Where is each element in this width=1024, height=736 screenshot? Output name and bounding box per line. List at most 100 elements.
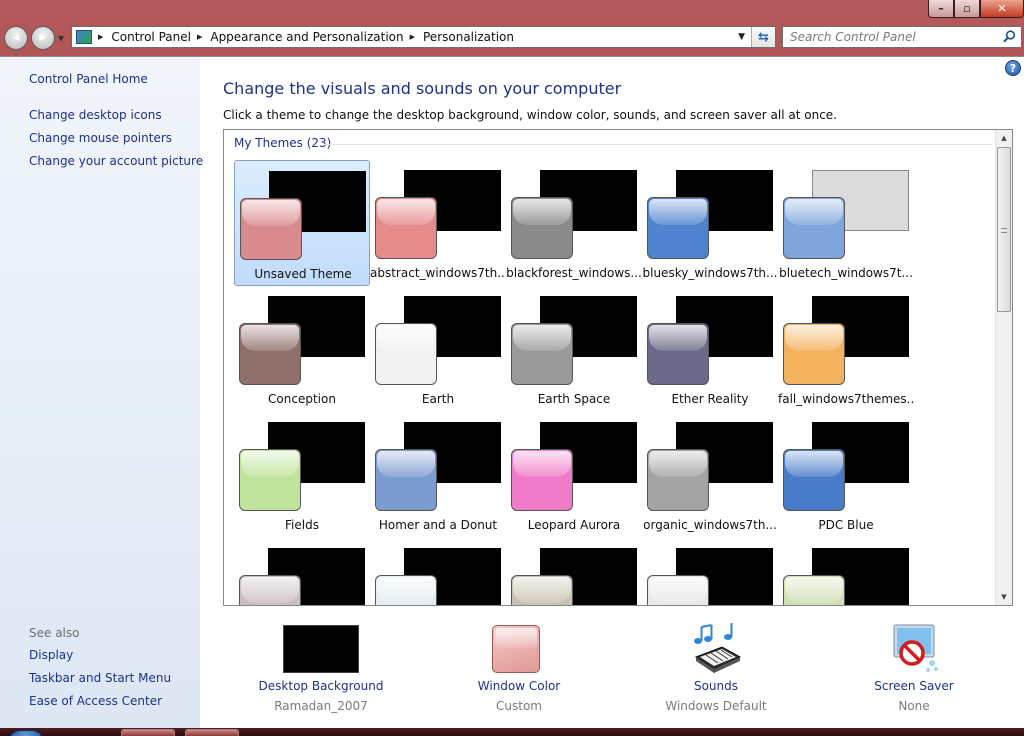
scroll-up-icon[interactable]: ▲ (996, 130, 1012, 146)
minimize-button[interactable]: – (928, 0, 954, 18)
breadcrumb-separator-icon[interactable]: ▶ (410, 33, 415, 41)
theme-list[interactable]: My Themes (23) Unsaved Theme abstract_win… (223, 129, 1013, 606)
theme-tile[interactable] (234, 538, 370, 605)
close-button[interactable]: ✕ (980, 0, 1024, 18)
theme-list-scrollbar[interactable]: ▲ ▼ (995, 130, 1012, 605)
maximize-button[interactable]: ▫ (954, 0, 980, 18)
window-color-value: Custom (496, 699, 542, 713)
breadcrumb-appearance[interactable]: Appearance and Personalization (210, 30, 403, 44)
theme-name: Fields (285, 518, 319, 532)
desktop-background-thumbnail[interactable] (283, 625, 359, 673)
control-panel-home-link[interactable]: Control Panel Home (29, 72, 148, 86)
theme-tile[interactable]: Earth Space (506, 286, 642, 412)
theme-tile[interactable] (506, 538, 642, 605)
back-button[interactable]: ◀ (4, 26, 28, 50)
my-themes-group-title: My Themes (23) (234, 136, 332, 150)
theme-color-swatch (647, 323, 709, 385)
sounds-link[interactable]: Sounds (626, 679, 806, 693)
refresh-icon: ⇆ (758, 29, 769, 45)
theme-tile[interactable]: Homer and a Donut (370, 412, 506, 538)
ease-of-access-link[interactable]: Ease of Access Center (29, 694, 162, 708)
address-dropdown-icon[interactable]: ▼ (738, 32, 745, 42)
theme-tile[interactable]: Ether Reality (642, 286, 778, 412)
breadcrumb-control-panel[interactable]: Control Panel (111, 30, 191, 44)
desktop-background-link[interactable]: Desktop Background (231, 679, 411, 693)
taskbar-button[interactable] (121, 729, 175, 736)
change-account-picture-link[interactable]: Change your account picture (29, 154, 203, 168)
theme-tile[interactable]: Earth (370, 286, 506, 412)
theme-tile[interactable]: Leopard Aurora (506, 412, 642, 538)
theme-tile[interactable] (370, 538, 506, 605)
theme-color-swatch (239, 323, 301, 385)
breadcrumb-separator-icon[interactable]: ▶ (98, 33, 103, 41)
theme-name: organic_windows7th... (643, 518, 777, 532)
theme-tile[interactable]: fall_windows7themes... (778, 286, 914, 412)
taskbar-button[interactable] (185, 729, 239, 736)
search-placeholder: Search Control Panel (790, 30, 916, 44)
theme-name: fall_windows7themes... (778, 392, 914, 406)
theme-color-swatch (375, 323, 437, 385)
search-input[interactable]: Search Control Panel (782, 26, 1022, 48)
desktop-background-value: Ramadan_2007 (274, 699, 368, 713)
theme-name: blackforest_windows... (506, 266, 642, 280)
theme-tile[interactable]: PDC Blue (778, 412, 914, 538)
back-arrow-icon: ◀ (12, 33, 20, 43)
search-icon[interactable] (1003, 30, 1016, 43)
scroll-down-icon[interactable]: ▼ (996, 589, 1012, 605)
window-color-swatch[interactable] (492, 625, 540, 673)
screen-saver-link[interactable]: Screen Saver (824, 679, 1004, 693)
theme-name: Conception (268, 392, 336, 406)
breadcrumb-separator-icon[interactable]: ▶ (197, 33, 202, 41)
theme-color-swatch (647, 197, 709, 259)
theme-color-swatch (511, 323, 573, 385)
group-divider (324, 144, 992, 145)
theme-color-swatch (375, 449, 437, 511)
theme-tile[interactable] (642, 538, 778, 605)
theme-name: Earth Space (537, 392, 611, 406)
forward-button[interactable]: ▶ (31, 26, 55, 50)
theme-tile[interactable]: abstract_windows7th... (370, 160, 506, 286)
theme-tile[interactable]: bluesky_windows7th... (642, 160, 778, 286)
task-pane: Control Panel Home Change desktop icons … (0, 57, 203, 729)
breadcrumb-personalization[interactable]: Personalization (423, 30, 514, 44)
navigation-bar: ◀ ▶ ▼ ▶ Control Panel ▶ Appearance and P… (0, 24, 1024, 54)
change-desktop-icons-link[interactable]: Change desktop icons (29, 108, 162, 122)
theme-tile[interactable] (778, 538, 914, 605)
theme-tile[interactable]: blackforest_windows... (506, 160, 642, 286)
window-color-link[interactable]: Window Color (429, 679, 609, 693)
taskbar-start-menu-link[interactable]: Taskbar and Start Menu (29, 671, 171, 685)
theme-tile[interactable]: Fields (234, 412, 370, 538)
scroll-grip-icon (1001, 228, 1007, 233)
page-title: Change the visuals and sounds on your co… (223, 79, 622, 98)
theme-name: Ether Reality (671, 392, 749, 406)
theme-tile[interactable]: organic_windows7th... (642, 412, 778, 538)
screen-saver-icon[interactable] (886, 623, 942, 675)
change-mouse-pointers-link[interactable]: Change mouse pointers (29, 131, 172, 145)
theme-name: PDC Blue (818, 518, 874, 532)
theme-color-swatch (240, 198, 302, 260)
theme-color-swatch (239, 575, 301, 605)
sounds-icon[interactable] (688, 623, 744, 675)
theme-name: Homer and a Donut (378, 518, 498, 532)
address-bar[interactable]: ▶ Control Panel ▶ Appearance and Persona… (71, 26, 776, 48)
recent-pages-dropdown[interactable]: ▼ (58, 34, 64, 43)
help-icon[interactable]: ? (1005, 60, 1021, 76)
scroll-thumb[interactable] (997, 147, 1011, 312)
theme-tile[interactable]: bluetech_windows7t... (778, 160, 914, 286)
refresh-button[interactable]: ⇆ (751, 27, 775, 47)
theme-color-swatch (511, 575, 573, 605)
theme-tile[interactable]: Unsaved Theme (234, 160, 370, 286)
display-link[interactable]: Display (29, 648, 73, 662)
theme-color-swatch (783, 575, 845, 605)
window-caption-buttons: – ▫ ✕ (928, 0, 1024, 18)
screen-saver-value: None (898, 699, 930, 713)
theme-color-swatch (511, 449, 573, 511)
theme-color-swatch (375, 197, 437, 259)
theme-name: abstract_windows7th... (370, 266, 506, 280)
control-panel-icon (76, 30, 92, 44)
theme-name: bluesky_windows7th... (642, 266, 778, 280)
theme-color-swatch (375, 575, 437, 605)
sounds-value: Windows Default (665, 699, 767, 713)
theme-tile[interactable]: Conception (234, 286, 370, 412)
theme-name: Unsaved Theme (254, 267, 352, 281)
